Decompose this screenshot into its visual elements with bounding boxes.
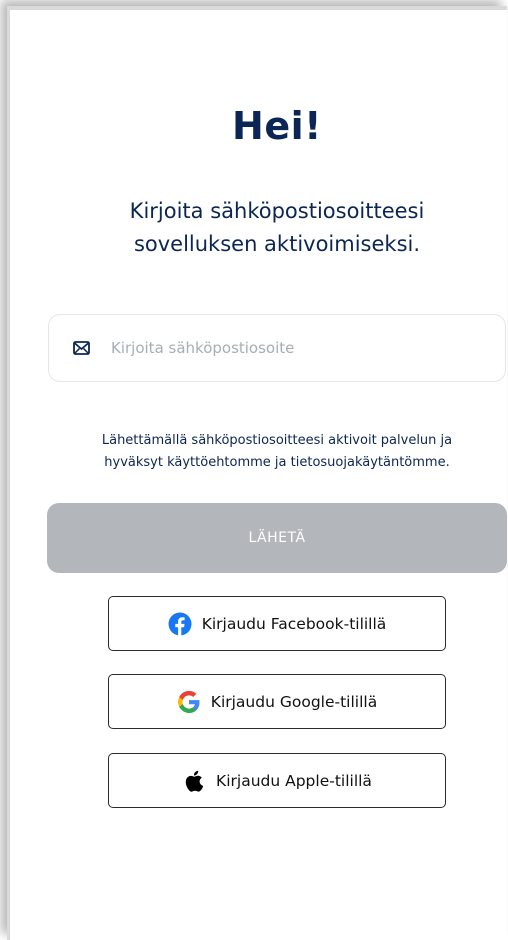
apple-login-button[interactable]: Kirjaudu Apple-tilillä — [108, 753, 446, 808]
terms-line-1: Lähettämällä sähköpostiosoitteesi aktivo… — [101, 433, 453, 448]
mail-icon — [72, 339, 90, 357]
facebook-icon — [168, 612, 192, 636]
apple-login-label: Kirjaudu Apple-tilillä — [216, 771, 372, 790]
instruction-line-1: Kirjoita sähköpostiosoitteesi — [129, 199, 425, 223]
app-screen: Hei! Kirjoita sähköpostiosoitteesi sovel… — [7, 6, 507, 940]
terms-line-2: hyväksyt käyttöehtomme ja tietosuojakäyt… — [104, 455, 450, 470]
facebook-login-button[interactable]: Kirjaudu Facebook-tilillä — [108, 596, 446, 651]
google-login-label: Kirjaudu Google-tilillä — [210, 692, 378, 711]
instruction-line-2: sovelluksen aktivoimiseksi. — [133, 232, 421, 256]
email-field[interactable] — [48, 314, 506, 382]
page-title: Hei! — [232, 104, 322, 148]
apple-icon — [182, 769, 206, 793]
email-input[interactable] — [109, 338, 473, 358]
google-icon — [177, 690, 201, 714]
facebook-login-label: Kirjaudu Facebook-tilillä — [201, 614, 387, 633]
terms-text: Lähettämällä sähköpostiosoitteesi aktivo… — [10, 430, 508, 474]
instruction-text: Kirjoita sähköpostiosoitteesi sovellukse… — [10, 195, 508, 261]
google-login-button[interactable]: Kirjaudu Google-tilillä — [108, 674, 446, 729]
send-button[interactable]: LÄHETÄ — [47, 503, 507, 573]
